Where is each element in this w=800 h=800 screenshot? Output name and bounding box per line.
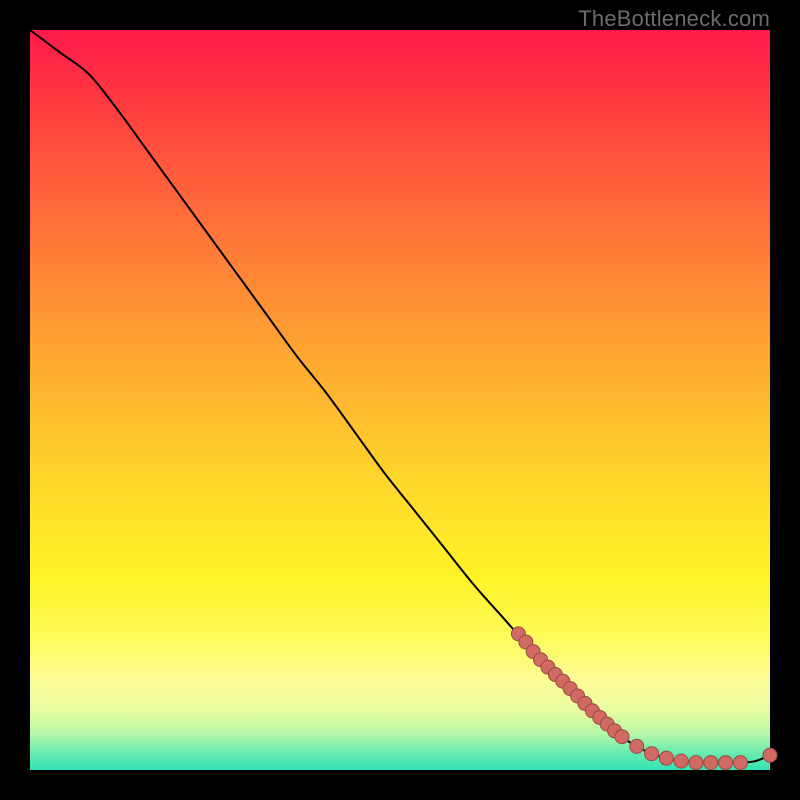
marker-point <box>615 730 629 744</box>
plot-area <box>30 30 770 770</box>
curve-path <box>30 30 770 763</box>
marker-point <box>733 756 747 770</box>
marker-point <box>659 751 673 765</box>
marker-point <box>630 739 644 753</box>
marker-point <box>704 756 718 770</box>
marker-point <box>674 754 688 768</box>
attribution-text: TheBottleneck.com <box>578 6 770 32</box>
marker-point <box>719 756 733 770</box>
marker-point <box>645 747 659 761</box>
chart-frame: TheBottleneck.com <box>0 0 800 800</box>
marker-point <box>763 748 777 762</box>
chart-svg <box>30 30 770 770</box>
bottleneck-curve <box>30 30 770 763</box>
marker-points <box>511 627 777 770</box>
marker-point <box>689 756 703 770</box>
